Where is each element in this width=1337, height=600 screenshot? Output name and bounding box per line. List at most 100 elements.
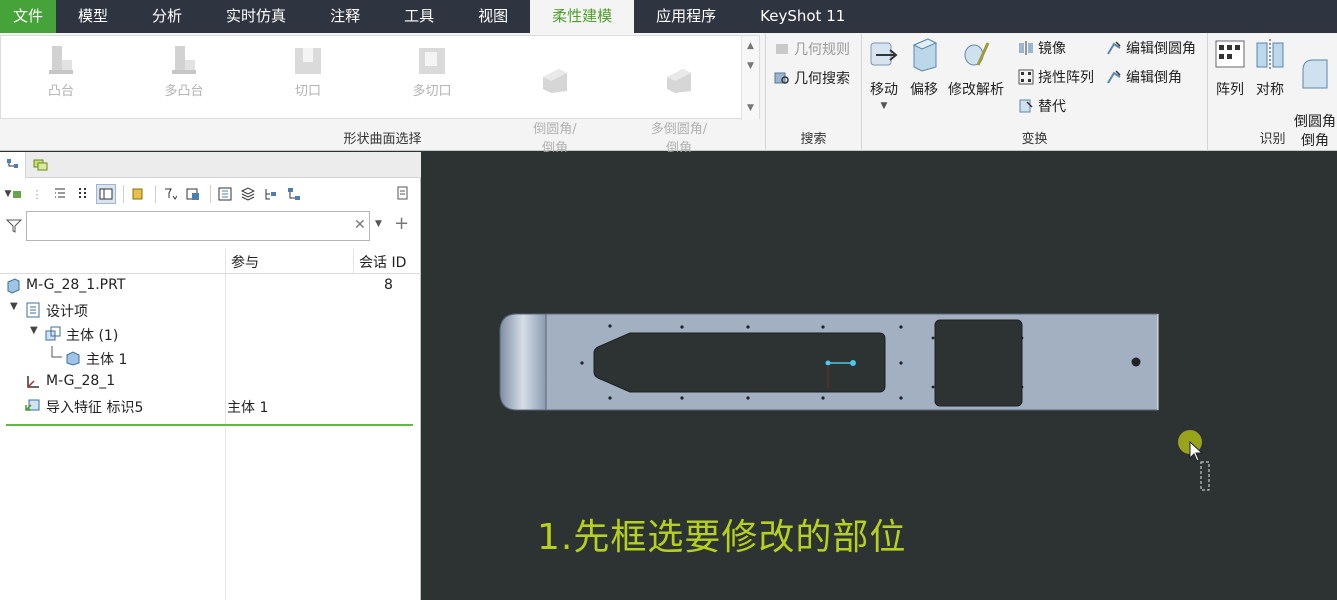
tree-settings-icon[interactable] (183, 184, 203, 204)
recognize-group: 阵列 对称 倒圆角 倒角 识别 (1208, 33, 1337, 151)
menu-bar: 文件 模型 分析 实时仿真 注释 工具 视图 柔性建模 应用程序 KeyShot… (0, 0, 1337, 33)
cut-button[interactable]: 切口 (258, 40, 358, 101)
part-small-icon (13, 191, 22, 198)
model-tree-panel: ▼ ⋮ ✕ ▼ + 参与 会话 ID M-G_28_1.PRT 8 ▼ 设计项 … (0, 152, 421, 600)
insert-indicator[interactable] (6, 424, 413, 426)
tab-model[interactable]: 模型 (56, 0, 130, 33)
highlight-icon[interactable] (128, 184, 148, 204)
expand-all-icon[interactable] (73, 184, 93, 204)
offset-button[interactable]: 偏移 (908, 37, 940, 99)
tree-filter-icon[interactable] (160, 184, 180, 204)
tree-options-icon[interactable] (393, 184, 413, 204)
tab-file[interactable]: 文件 (0, 0, 57, 33)
round-chamfer-recognize-icon (1302, 59, 1328, 89)
round-hole[interactable] (1131, 357, 1141, 367)
geometry-rule-button[interactable]: 几何规则 (774, 39, 850, 59)
tree-layers-icon[interactable] (238, 184, 258, 204)
edit-round-icon (1107, 41, 1121, 55)
body-icon (45, 326, 61, 341)
tab-layer-tree[interactable] (28, 152, 54, 178)
csys-icon (27, 376, 39, 388)
filter-dropdown-icon[interactable]: ▼ (375, 219, 382, 229)
substitute-icon (1019, 99, 1033, 113)
edit-chamfer-button[interactable]: 编辑倒角 (1106, 67, 1182, 87)
tab-annotate[interactable]: 注释 (308, 0, 382, 33)
tree-row-import-feature[interactable]: 导入特征 标识5 主体 1 (0, 394, 421, 418)
body-icon (66, 351, 80, 366)
tab-flexible-modeling[interactable]: 柔性建模 (530, 0, 635, 33)
round-chamfer-icon (543, 69, 567, 93)
tab-simulation[interactable]: 实时仿真 (204, 0, 308, 33)
shape-selection-group: 凸台 多凸台 切口 多切口 倒圆角/ 倒角 多倒圆角/ 倒角 ▲ ▼ ▼ 形状曲… (0, 33, 766, 156)
multi-boss-button[interactable]: 多凸台 (134, 40, 234, 101)
pattern-icon (1215, 40, 1245, 68)
tree-row-part[interactable]: M-G_28_1.PRT 8 (0, 274, 421, 298)
offset-icon (912, 38, 938, 72)
import-feature-icon (25, 399, 40, 411)
multi-cut-button[interactable]: 多切口 (382, 40, 482, 101)
symmetry-icon (1256, 39, 1284, 71)
drag-handle[interactable] (850, 360, 856, 366)
tab-tools[interactable]: 工具 (382, 0, 456, 33)
scroll-up-icon[interactable]: ▲ (742, 36, 759, 56)
tree-toolbar: ▼ ⋮ (0, 179, 421, 209)
tree-dropdown-button[interactable]: ▼ (4, 184, 24, 204)
tree-filter-row: ✕ ▼ + (0, 210, 421, 242)
mirror-button[interactable]: 镜像 (1018, 38, 1066, 58)
tab-keyshot[interactable]: KeyShot 11 (738, 0, 867, 33)
square-cutout[interactable] (934, 319, 1023, 407)
layer-tree-icon (33, 159, 48, 171)
boss-icon (49, 46, 73, 74)
recognize-pattern-button[interactable]: 阵列 (1214, 37, 1246, 99)
modify-analytic-button[interactable]: 修改解析 (948, 37, 1004, 99)
geometry-search-button[interactable]: 几何搜索 (774, 68, 850, 88)
column-participate[interactable]: 参与 (231, 252, 259, 272)
flexible-pattern-button[interactable]: 挠性阵列 (1018, 67, 1094, 87)
plus-icon[interactable]: + (394, 213, 409, 234)
tab-applications[interactable]: 应用程序 (634, 0, 738, 33)
tab-view[interactable]: 视图 (456, 0, 530, 33)
search-group: 几何规则 几何搜索 搜索 (766, 33, 862, 151)
transform-group: 移动 ▼ 偏移 修改解析 镜像 挠性阵列 替代 编辑倒圆角 编辑倒角 变换 (862, 33, 1208, 151)
recognize-group-label: 识别 (1259, 132, 1286, 147)
collapse-toggle-icon[interactable]: ▼ (30, 325, 38, 336)
collapse-toggle-icon[interactable]: ▼ (10, 301, 18, 312)
scroll-down-icon[interactable]: ▼ (742, 56, 759, 76)
close-icon[interactable]: ✕ (354, 217, 366, 233)
show-columns-icon[interactable] (96, 184, 116, 204)
boss-button[interactable]: 凸台 (11, 40, 111, 101)
gallery-expand-icon[interactable]: ▼ (742, 98, 759, 118)
tree-columns-icon[interactable] (215, 184, 235, 204)
multi-cut-icon (419, 48, 445, 74)
column-session-id[interactable]: 会话 ID (359, 252, 406, 272)
tree-row-csys[interactable]: M-G_28_1 (0, 370, 421, 394)
multi-boss-icon (172, 46, 196, 74)
model-tree-icon (6, 159, 18, 168)
substitute-button[interactable]: 替代 (1018, 96, 1066, 116)
edit-round-button[interactable]: 编辑倒圆角 (1106, 38, 1196, 58)
geometry-search-icon (774, 72, 789, 84)
tree-more-icon[interactable]: ⋮ (27, 184, 47, 204)
geometry-rule-icon (776, 44, 788, 54)
tree-structure-icon[interactable] (261, 184, 281, 204)
tree-row-bodies[interactable]: ▼ 主体 (1) (0, 322, 421, 346)
tree-row-design-items[interactable]: ▼ 设计项 (0, 298, 421, 322)
move-dropdown-icon[interactable]: ▼ (868, 101, 900, 111)
filter-icon[interactable] (6, 219, 22, 233)
gallery-scroll[interactable]: ▲ ▼ ▼ (741, 36, 759, 120)
design-items-icon (26, 302, 40, 318)
tree-hierarchy-icon[interactable] (284, 184, 304, 204)
flexible-pattern-icon (1018, 69, 1034, 85)
tab-analysis[interactable]: 分析 (130, 0, 204, 33)
tree-row-body-1[interactable]: 主体 1 (0, 346, 421, 370)
move-button[interactable]: 移动 ▼ (868, 37, 900, 111)
multi-round-chamfer-icon (667, 69, 691, 93)
tree-search-input[interactable] (26, 211, 370, 241)
transform-group-label: 变换 (1021, 132, 1048, 147)
tab-model-tree[interactable] (0, 152, 26, 178)
bend-surface[interactable] (499, 313, 547, 411)
collapse-all-icon[interactable] (50, 184, 70, 204)
ribbon: 凸台 多凸台 切口 多切口 倒圆角/ 倒角 多倒圆角/ 倒角 ▲ ▼ ▼ 形状曲… (0, 33, 1337, 156)
edit-chamfer-icon (1107, 70, 1121, 84)
recognize-symmetry-button[interactable]: 对称 (1254, 37, 1286, 99)
